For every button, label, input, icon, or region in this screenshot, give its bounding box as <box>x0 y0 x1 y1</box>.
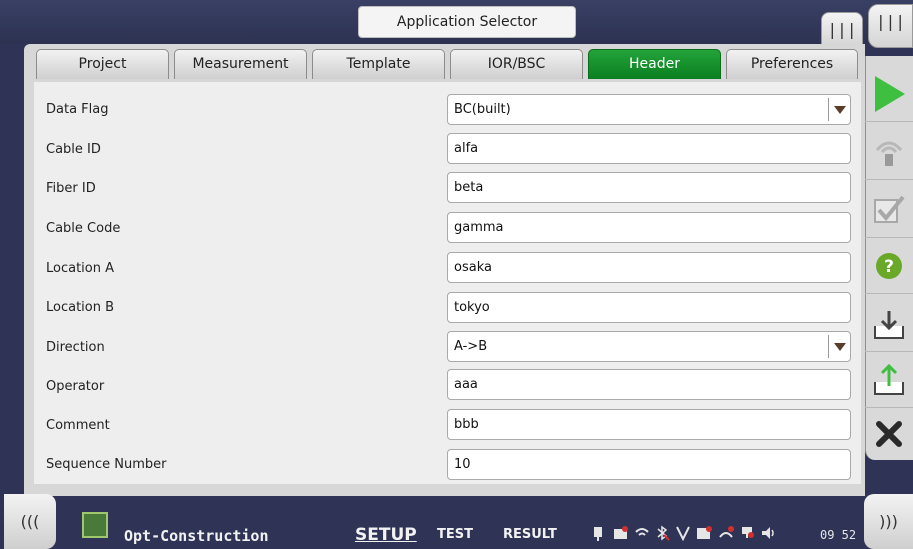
terminal-icon <box>697 526 712 539</box>
cable-code-field[interactable]: gamma <box>447 212 851 243</box>
location-a-field[interactable]: osaka <box>447 252 851 283</box>
location-b-label: Location B <box>46 300 115 315</box>
cable-id-field[interactable]: alfa <box>447 133 851 164</box>
comment-field[interactable]: bbb <box>447 409 851 440</box>
svg-text:?: ? <box>884 257 894 277</box>
panel-collapse-left-button[interactable]: ((( <box>4 494 56 549</box>
tab-project[interactable]: Project <box>36 49 169 79</box>
laser-button[interactable] <box>865 124 913 180</box>
location-b-field[interactable]: tokyo <box>447 292 851 323</box>
panel-expand-right-button[interactable]: ))) <box>864 494 913 549</box>
nav-result[interactable]: RESULT <box>503 527 557 542</box>
power-plug-icon <box>594 527 602 541</box>
satellite-icon <box>719 526 734 538</box>
play-icon <box>875 75 905 112</box>
v-icon <box>676 526 690 541</box>
close-button[interactable] <box>865 406 913 462</box>
tab-preferences[interactable]: Preferences <box>726 49 858 79</box>
save-button[interactable] <box>865 296 913 352</box>
data-flag-label: Data Flag <box>46 102 109 117</box>
chevron-down-icon[interactable] <box>828 98 850 121</box>
sequence-number-field[interactable]: 10 <box>447 449 851 480</box>
help-icon: ? <box>876 252 902 279</box>
location-a-label: Location A <box>46 261 115 276</box>
tab-measurement[interactable]: Measurement <box>174 49 307 79</box>
checkmark-icon <box>874 195 905 223</box>
upload-icon <box>874 363 904 395</box>
wifi-icon <box>635 528 649 536</box>
fiber-id-field[interactable]: beta <box>447 172 851 203</box>
direction-label: Direction <box>46 340 105 355</box>
data-flag-select[interactable]: BC(built) <box>447 94 851 125</box>
tab-header[interactable]: Header <box>588 49 721 79</box>
camera-icon <box>614 526 628 539</box>
menu-icon-secondary[interactable]: ||| <box>868 4 913 48</box>
comment-label: Comment <box>46 418 110 433</box>
application-selector-button[interactable]: Application Selector <box>358 6 576 38</box>
bluetooth-icon <box>657 525 670 541</box>
laser-icon <box>875 141 903 166</box>
chevron-down-icon[interactable] <box>828 335 850 358</box>
check-button[interactable] <box>865 182 913 238</box>
direction-select[interactable]: A->B <box>447 331 851 362</box>
download-icon <box>874 310 904 339</box>
speaker-icon <box>762 527 774 539</box>
app-icon[interactable] <box>82 512 108 538</box>
network-icon <box>742 527 754 538</box>
nav-test[interactable]: TEST <box>437 527 473 542</box>
cable-code-label: Cable Code <box>46 221 121 236</box>
tab-ior-bsc[interactable]: IOR/BSC <box>450 49 583 79</box>
fiber-id-label: Fiber ID <box>46 181 96 196</box>
data-flag-value: BC(built) <box>454 102 511 117</box>
operator-label: Operator <box>46 379 105 394</box>
app-name: Opt-Construction <box>124 527 269 545</box>
direction-value: A->B <box>454 339 488 354</box>
sequence-number-label: Sequence Number <box>46 457 167 472</box>
close-icon <box>876 421 902 447</box>
nav-setup[interactable]: SETUP <box>355 525 417 545</box>
menu-icon[interactable]: ||| <box>821 12 863 48</box>
tab-template[interactable]: Template <box>312 49 445 79</box>
operator-field[interactable]: aaa <box>447 369 851 400</box>
load-button[interactable] <box>865 352 913 408</box>
cable-id-label: Cable ID <box>46 142 101 157</box>
start-button[interactable] <box>865 66 913 122</box>
clock: 09 52 <box>820 528 857 542</box>
help-button[interactable]: ? <box>865 238 913 294</box>
